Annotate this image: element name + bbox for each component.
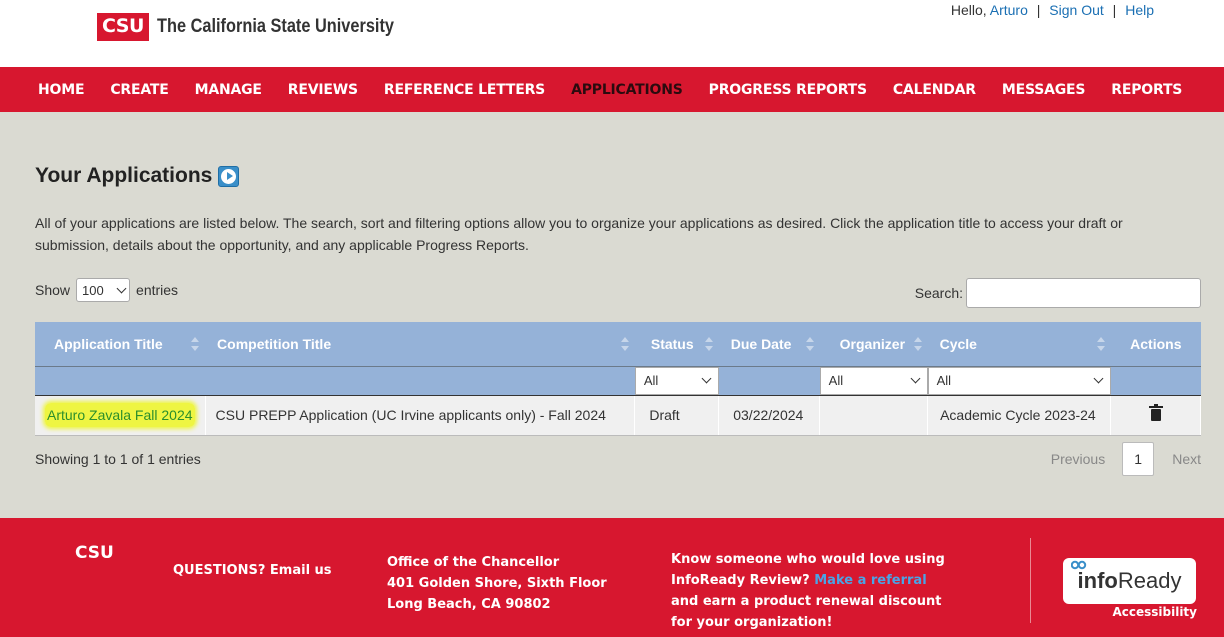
main-content: Your Applications All of your applicatio… [0,112,1224,518]
nav-manage[interactable]: MANAGE [195,82,262,98]
page-title: Your Applications [35,164,240,188]
search-label: Search: [914,285,963,301]
cycle-filter[interactable]: All [927,366,1111,395]
infoready-mark-icon [1071,560,1087,570]
sort-icon [620,336,629,351]
col-cycle[interactable]: Cycle [927,322,1111,367]
competition-title-cell: CSU PREPP Application (UC Irvine applica… [205,395,636,436]
application-title-link[interactable]: Arturo Zavala Fall 2024 [45,403,195,427]
office-address: Office of the Chancellor 401 Golden Shor… [387,555,607,612]
col-due-date[interactable]: Due Date [718,322,820,367]
sort-icon [805,336,814,351]
col-organizer[interactable]: Organizer [819,322,928,367]
make-referral-link[interactable]: Make a referral [814,573,926,588]
chevron-down-icon [910,373,921,384]
sort-icon [191,336,200,351]
greeting: Hello, [950,2,987,18]
sort-icon [704,336,713,351]
show-label: Show [35,282,71,298]
due-date-cell: 03/22/2024 [718,395,821,436]
chevron-down-icon [116,283,127,293]
help-link[interactable]: Help [1125,2,1154,18]
sign-out-link[interactable]: Sign Out [1049,2,1103,18]
sort-icon [913,336,922,351]
table-row: Arturo Zavala Fall 2024 CSU PREPP Applic… [35,395,1201,436]
col-status[interactable]: Status [634,322,719,367]
nav-calendar[interactable]: CALENDAR [893,82,976,98]
footer-divider [1030,538,1031,623]
user-links: Hello, Arturo | Sign Out | Help [951,2,1154,18]
separator: | [1112,2,1117,18]
separator: | [1036,2,1041,18]
status-cell: Draft [634,395,720,436]
search-input[interactable] [966,278,1201,308]
csu-logo[interactable]: CSU The California State University [97,13,433,41]
nav-applications[interactable]: APPLICATIONS [571,82,683,98]
entries-label: entries [136,282,179,298]
organizer-cell [819,395,929,436]
pagination: Previous 1 Next [1051,442,1201,476]
nav-home[interactable]: HOME [38,82,85,98]
trash-icon[interactable] [1148,403,1163,421]
page-1-button[interactable]: 1 [1122,442,1155,476]
previous-button[interactable]: Previous [1051,451,1105,467]
footer-logo[interactable]: CSU [75,543,114,563]
chevron-down-icon [1093,373,1103,384]
search-box: Search: [915,278,1201,308]
col-actions: Actions [1110,322,1201,367]
logo-text: The California State University [156,16,394,37]
cycle-cell: Academic Cycle 2023-24 [927,395,1112,436]
user-name-link[interactable]: Arturo [990,2,1028,18]
show-entries: Show 100 entries [35,278,178,302]
play-video-icon[interactable] [218,165,240,187]
accessibility-link[interactable]: Accessibility [1112,605,1197,619]
intro-text: All of your applications are listed belo… [35,215,1123,253]
next-button[interactable]: Next [1172,451,1201,467]
applications-table: Application Title Competition Title Stat… [35,322,1201,436]
questions-email-link[interactable]: QUESTIONS? Email us [173,563,332,578]
chevron-down-icon [701,373,712,384]
site-header: CSU The California State University Hell… [0,0,1224,67]
sort-icon [1096,336,1105,351]
page-title-text: Your Applications [35,164,213,187]
col-competition-title[interactable]: Competition Title [205,322,635,367]
nav-progress-reports[interactable]: PROGRESS REPORTS [709,82,867,98]
organizer-filter[interactable]: All [819,366,928,395]
site-footer: CSU QUESTIONS? Email us Office of the Ch… [0,518,1224,637]
entries-select[interactable]: 100 [76,278,131,302]
nav-messages[interactable]: MESSAGES [1002,82,1086,98]
status-filter[interactable]: All [634,366,719,395]
referral-promo: Know someone who would love using InfoRe… [671,552,945,630]
nav-create[interactable]: CREATE [110,82,168,98]
col-application-title[interactable]: Application Title [35,322,206,367]
nav-reference-letters[interactable]: REFERENCE LETTERS [384,82,545,98]
infoready-logo[interactable]: info Ready [1063,558,1196,604]
table-info: Showing 1 to 1 of 1 entries [35,451,201,467]
nav-reviews[interactable]: REVIEWS [288,82,358,98]
logo-mark: CSU [97,13,149,41]
entries-value: 100 [82,282,104,298]
main-nav: HOME CREATE MANAGE REVIEWS REFERENCE LET… [0,67,1224,112]
nav-reports[interactable]: REPORTS [1111,82,1182,98]
